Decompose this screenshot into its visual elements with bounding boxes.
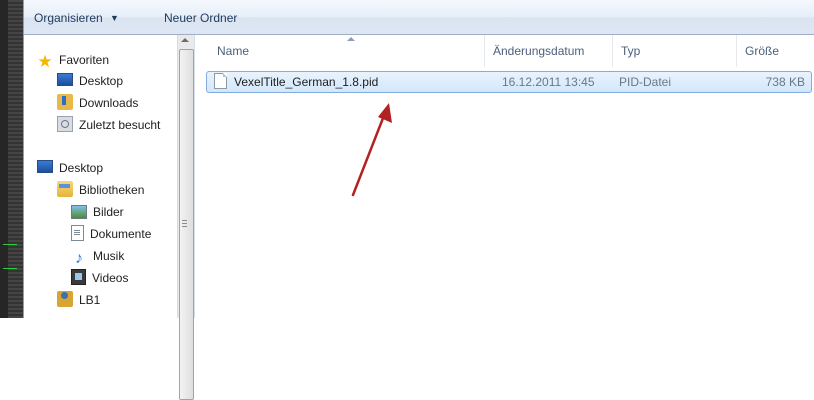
nav-scrollbar[interactable] [177, 35, 194, 400]
libraries-icon [57, 181, 73, 197]
nav-item-libraries[interactable]: Bibliotheken [57, 181, 144, 199]
nav-item-desktop[interactable]: Desktop [37, 159, 103, 177]
background-app-band [0, 0, 8, 318]
sort-ascending-icon [347, 37, 355, 41]
organize-button[interactable]: Organisieren ▼ [34, 10, 119, 26]
background-app-marker [3, 244, 17, 245]
nav-item-label: Dokumente [90, 227, 152, 241]
desktop-icon [37, 160, 53, 173]
file-type: PID-Datei [619, 75, 672, 89]
annotation-arrow-head [378, 103, 392, 123]
nav-item-label: Downloads [79, 96, 139, 110]
nav-item-label: LB1 [79, 293, 101, 307]
pictures-icon [71, 205, 87, 219]
scroll-up-arrow-icon[interactable] [181, 38, 189, 42]
nav-item-documents[interactable]: Dokumente [71, 225, 151, 243]
recent-places-icon [57, 116, 73, 132]
scrollbar-grip-icon [182, 220, 187, 227]
organize-label: Organisieren [34, 11, 103, 25]
new-folder-button[interactable]: Neuer Ordner [164, 10, 237, 26]
file-date: 16.12.2011 13:45 [502, 75, 595, 89]
background-app-marker [3, 268, 17, 269]
column-header-label: Name [217, 44, 250, 58]
music-icon: ♪ [75, 250, 83, 267]
nav-item-music[interactable]: ♪ Musik [71, 247, 125, 267]
file-name: VexelTitle_German_1.8.pid [234, 75, 379, 89]
videos-icon [71, 269, 86, 285]
nav-item-label: Musik [93, 249, 125, 263]
annotation-arrow [351, 103, 392, 197]
nav-item-desktop-favorite[interactable]: Desktop [57, 72, 123, 90]
nav-item-user-lb1[interactable]: LB1 [57, 291, 100, 309]
nav-item-label: Videos [92, 271, 129, 285]
explorer-window: Organisieren ▼ Neuer Ordner ★ Favoriten D… [23, 0, 814, 400]
file-row-selected[interactable]: VexelTitle_German_1.8.pid 16.12.2011 13:… [206, 71, 812, 93]
nav-item-downloads[interactable]: Downloads [57, 94, 138, 112]
file-icon [214, 73, 227, 89]
nav-item-label: Desktop [79, 74, 124, 88]
file-name-cell: VexelTitle_German_1.8.pid [214, 72, 378, 92]
nav-item-favorites[interactable]: ★ Favoriten [37, 51, 110, 71]
nav-item-label: Bilder [93, 205, 124, 219]
nav-item-videos[interactable]: Videos [71, 269, 128, 287]
star-icon: ★ [37, 52, 53, 71]
nav-item-pictures[interactable]: Bilder [71, 203, 124, 221]
nav-item-recent-places[interactable]: Zuletzt besucht [57, 116, 160, 134]
documents-icon [71, 225, 84, 241]
nav-item-label: Bibliotheken [79, 183, 145, 197]
background-app-strip [0, 0, 23, 318]
downloads-icon [57, 94, 73, 110]
nav-item-label: Favoriten [59, 53, 110, 67]
column-header-size[interactable]: Größe [737, 35, 814, 67]
user-folder-icon [57, 291, 73, 307]
column-header-type[interactable]: Typ [613, 35, 737, 67]
chevron-down-icon: ▼ [110, 13, 119, 23]
annotation-arrow-shaft [351, 111, 387, 197]
nav-item-label: Desktop [59, 161, 104, 175]
file-list-pane: Name Änderungsdatum Typ Größe VexelTitle… [195, 35, 814, 318]
desktop-icon [57, 73, 73, 86]
file-size: 738 KB [765, 75, 805, 89]
column-header-date[interactable]: Änderungsdatum [485, 35, 613, 67]
navigation-pane: ★ Favoriten Desktop Downloads Zuletzt bes… [24, 35, 195, 400]
column-header-name[interactable]: Name [195, 35, 485, 67]
command-bar: Organisieren ▼ Neuer Ordner [24, 0, 814, 35]
nav-item-label: Zuletzt besucht [79, 118, 161, 132]
